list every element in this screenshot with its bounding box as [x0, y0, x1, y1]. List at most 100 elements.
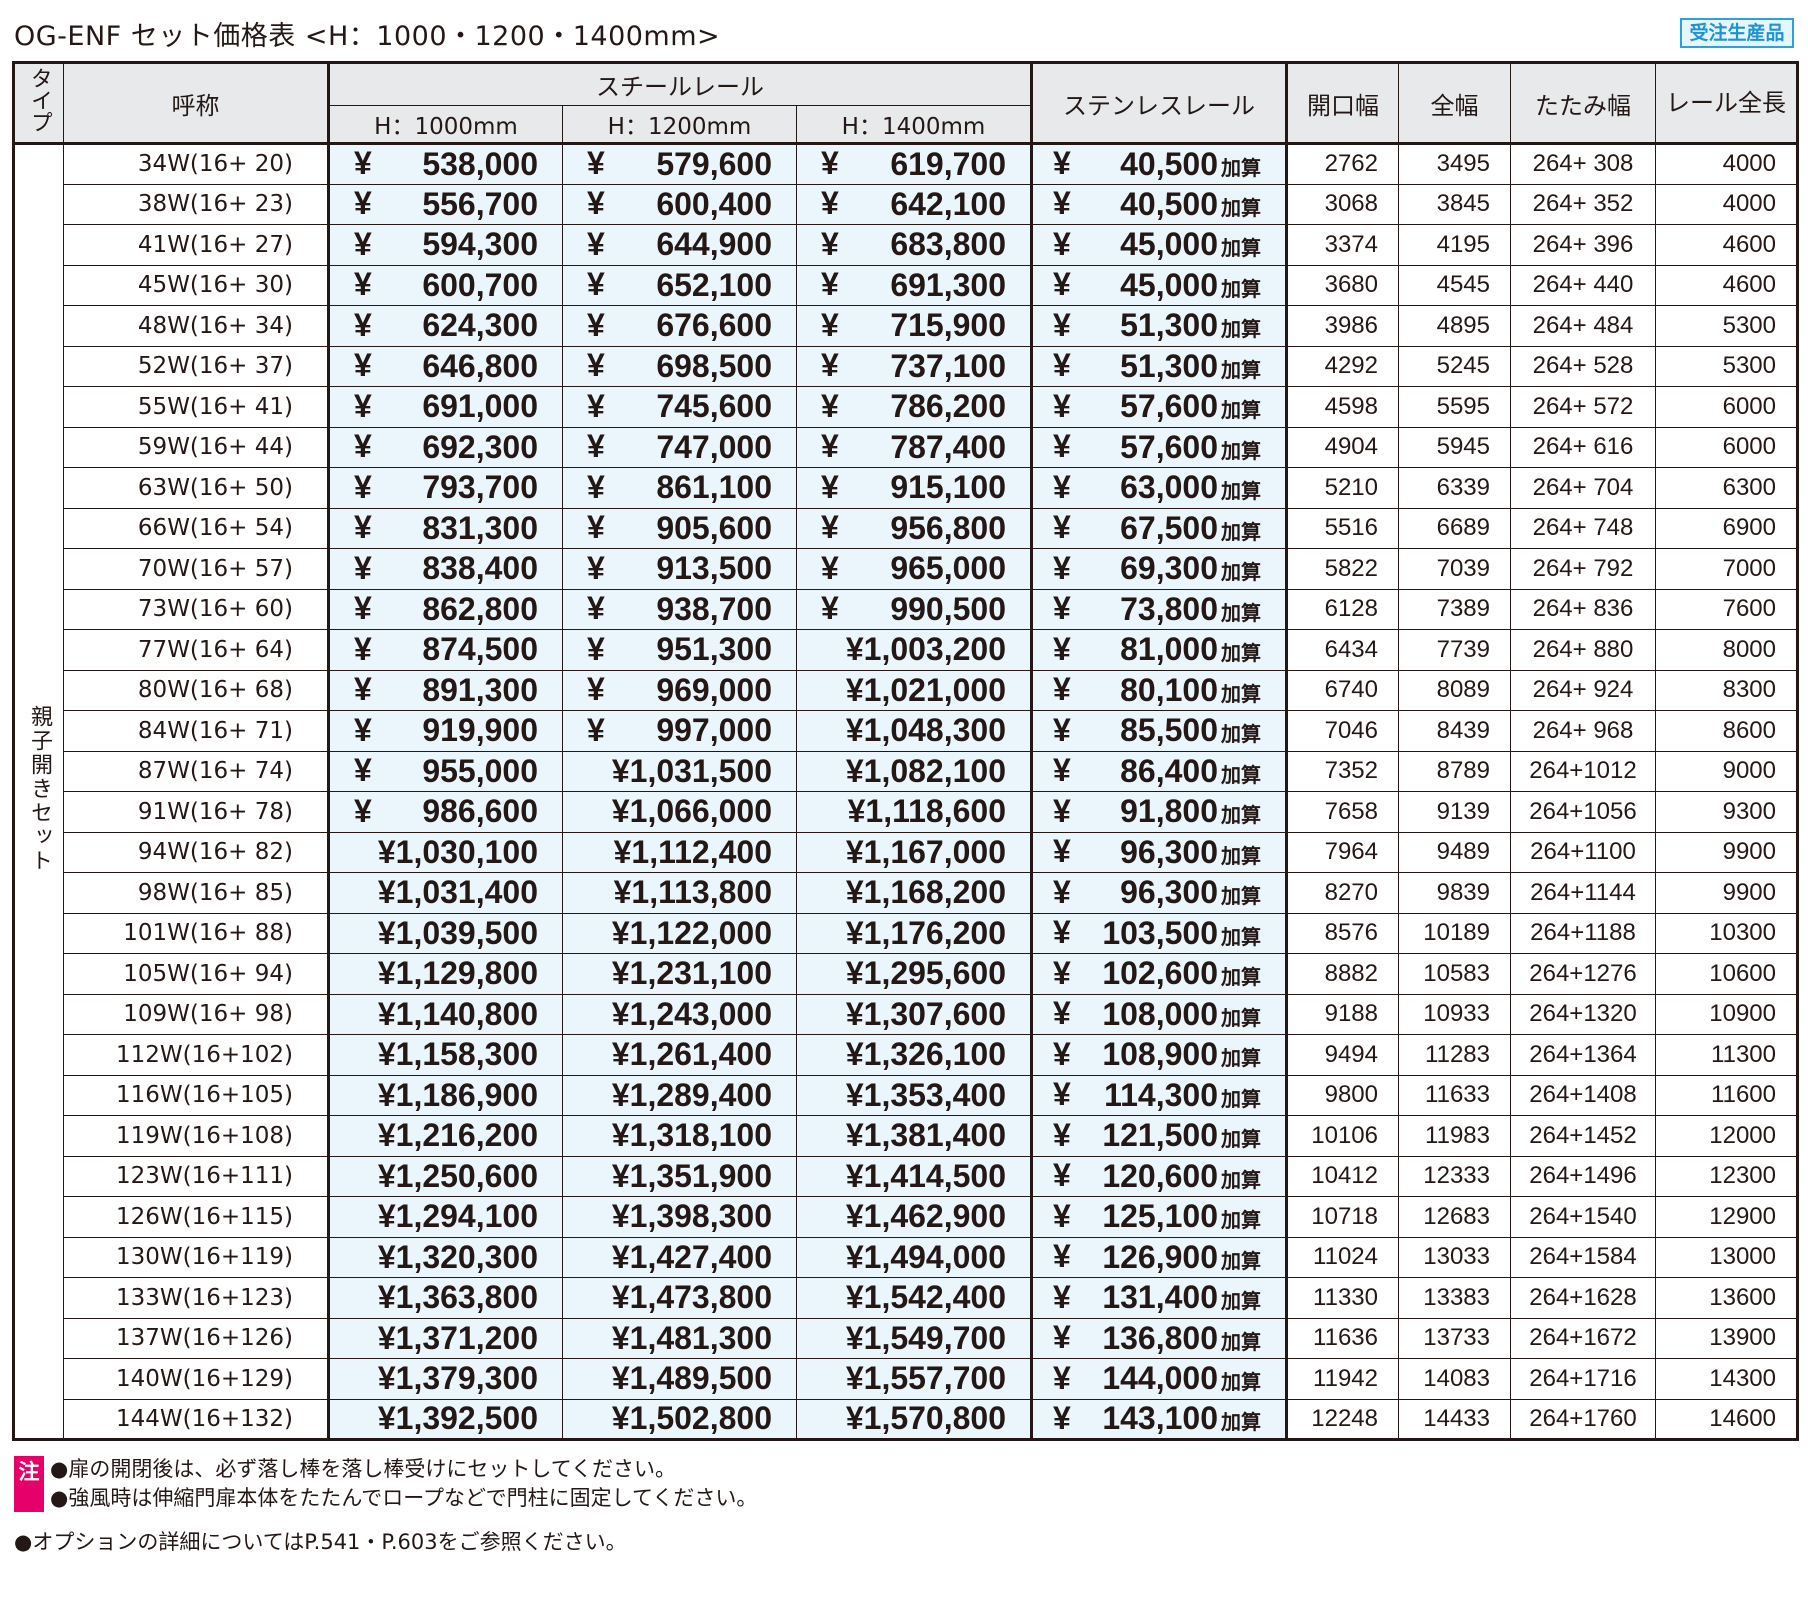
stainless-price-cell: ¥57,600 加算	[1031, 386, 1288, 428]
rail-length-cell: 4000	[1655, 183, 1798, 225]
yen-symbol: ¥	[821, 590, 839, 627]
price-value: 143,100	[1102, 1400, 1218, 1437]
yen-symbol: ¥	[354, 509, 372, 546]
folded-width-cell: 264+ 616	[1510, 426, 1656, 468]
kasan-label: 加算	[1221, 1046, 1261, 1071]
yen-symbol: ¥	[611, 1238, 630, 1275]
steel-price-cell: ¥1,371,200	[328, 1317, 563, 1359]
price-value: 1,502,800	[629, 1400, 772, 1437]
price-value: 1,140,800	[395, 995, 538, 1032]
yen-symbol: ¥	[354, 387, 372, 424]
price-value: 1,250,600	[395, 1157, 538, 1194]
price-value: 1,112,400	[631, 833, 772, 870]
steel-price-cell: ¥1,481,300	[562, 1317, 797, 1359]
stainless-price-cell: ¥57,600 加算	[1031, 426, 1288, 468]
yen-symbol: ¥	[1053, 833, 1071, 870]
opening-width-cell: 11942	[1286, 1358, 1399, 1400]
rail-length-cell: 14600	[1655, 1398, 1798, 1440]
yen-symbol: ¥	[611, 1319, 630, 1356]
header-folded-width: たたみ幅	[1510, 62, 1656, 145]
header-h1000: H：1000mm	[328, 105, 563, 145]
steel-price-cell: ¥1,261,400	[562, 1034, 797, 1076]
folded-width-cell: 264+1672	[1510, 1317, 1656, 1359]
opening-width-cell: 3986	[1286, 305, 1399, 347]
price-value: 51,300	[1120, 347, 1218, 384]
table-row: 94W(16+ 82) ¥1,030,100 ¥1,112,400 ¥1,167,00…	[14, 831, 1798, 873]
yen-symbol: ¥	[845, 914, 864, 951]
kasan-label: 加算	[1221, 317, 1261, 342]
yen-symbol: ¥	[1053, 306, 1071, 343]
price-value: 698,500	[656, 347, 772, 384]
note-item: ●強風時は伸縮門扉本体をたたんでロープなどで門柱に固定してください。	[50, 1486, 758, 1510]
opening-width-cell: 3374	[1286, 224, 1399, 266]
table-row: 133W(16+123) ¥1,363,800 ¥1,473,800 ¥1,542,4…	[14, 1277, 1798, 1319]
yen-symbol: ¥	[1053, 468, 1071, 505]
total-width-cell: 4895	[1398, 305, 1511, 347]
kasan-label: 加算	[1221, 357, 1261, 382]
kasan-label: 加算	[1221, 398, 1261, 423]
steel-price-cell: ¥1,030,100	[328, 831, 563, 873]
rail-length-cell: 11600	[1655, 1074, 1798, 1116]
yen-symbol: ¥	[1053, 590, 1071, 627]
price-value: 40,500	[1120, 185, 1218, 222]
total-width-cell: 12683	[1398, 1196, 1511, 1238]
total-width-cell: 7389	[1398, 588, 1511, 630]
yen-symbol: ¥	[354, 630, 372, 667]
yen-symbol: ¥	[1053, 549, 1071, 586]
table-row: 87W(16+ 74) ¥955,000 ¥1,031,500 ¥1,082,100 ¥…	[14, 750, 1798, 792]
folded-width-cell: 264+ 924	[1510, 669, 1656, 711]
steel-price-cell: ¥1,473,800	[562, 1277, 797, 1319]
steel-price-cell: ¥1,363,800	[328, 1277, 563, 1319]
steel-price-cell: ¥1,021,000	[796, 669, 1033, 711]
table-row: 70W(16+ 57) ¥838,400 ¥913,500 ¥965,000 ¥69,3…	[14, 548, 1798, 590]
stainless-price-cell: ¥69,300 加算	[1031, 548, 1288, 590]
steel-price-cell: ¥951,300	[562, 629, 797, 671]
price-value: 652,100	[656, 266, 772, 303]
steel-price-cell: ¥683,800	[796, 224, 1033, 266]
yen-symbol: ¥	[1053, 1035, 1071, 1072]
price-value: 1,118,600	[865, 793, 1006, 830]
rail-length-cell: 7000	[1655, 548, 1798, 590]
yen-symbol: ¥	[611, 1360, 630, 1397]
opening-width-cell: 8576	[1286, 912, 1399, 954]
table-row: 55W(16+ 41) ¥691,000 ¥745,600 ¥786,200 ¥57,6…	[14, 386, 1798, 428]
stainless-price-cell: ¥131,400 加算	[1031, 1277, 1288, 1319]
price-value: 114,300	[1104, 1076, 1218, 1113]
folded-width-cell: 264+1716	[1510, 1358, 1656, 1400]
steel-price-cell: ¥1,113,800	[562, 872, 797, 914]
model-name-cell: 119W(16+108)	[63, 1115, 330, 1157]
price-value: 556,700	[422, 185, 538, 222]
price-value: 600,700	[422, 266, 538, 303]
yen-symbol: ¥	[354, 792, 372, 829]
steel-price-cell: ¥793,700	[328, 467, 563, 509]
yen-symbol: ¥	[587, 266, 605, 303]
yen-symbol: ¥	[377, 995, 396, 1032]
rail-length-cell: 8300	[1655, 669, 1798, 711]
price-value: 1,462,900	[863, 1198, 1006, 1235]
table-row: 123W(16+111) ¥1,250,600 ¥1,351,900 ¥1,414,5…	[14, 1155, 1798, 1197]
price-value: 45,000	[1120, 266, 1218, 303]
steel-price-cell: ¥1,307,600	[796, 993, 1033, 1035]
stainless-price-cell: ¥108,000 加算	[1031, 993, 1288, 1035]
model-name-cell: 45W(16+ 30)	[63, 264, 330, 306]
opening-width-cell: 3068	[1286, 183, 1399, 225]
price-value: 126,900	[1102, 1238, 1218, 1275]
price-value: 1,261,400	[629, 1036, 772, 1073]
steel-price-cell: ¥652,100	[562, 264, 797, 306]
model-name-cell: 126W(16+115)	[63, 1196, 330, 1238]
rail-length-cell: 4600	[1655, 224, 1798, 266]
yen-symbol: ¥	[377, 1117, 396, 1154]
steel-price-cell: ¥1,066,000	[562, 791, 797, 833]
table-row: 119W(16+108) ¥1,216,200 ¥1,318,100 ¥1,381,4…	[14, 1115, 1798, 1157]
yen-symbol: ¥	[377, 1279, 396, 1316]
yen-symbol: ¥	[377, 1198, 396, 1235]
price-value: 67,500	[1120, 509, 1218, 546]
total-width-cell: 9489	[1398, 831, 1511, 873]
model-name-cell: 98W(16+ 85)	[63, 872, 330, 914]
rail-length-cell: 9900	[1655, 831, 1798, 873]
model-name-cell: 38W(16+ 23)	[63, 183, 330, 225]
price-value: 1,489,500	[629, 1360, 772, 1397]
table-row: 41W(16+ 27) ¥594,300 ¥644,900 ¥683,800 ¥45,0…	[14, 224, 1798, 266]
price-value: 891,300	[422, 671, 538, 708]
stainless-price-cell: ¥125,100 加算	[1031, 1196, 1288, 1238]
